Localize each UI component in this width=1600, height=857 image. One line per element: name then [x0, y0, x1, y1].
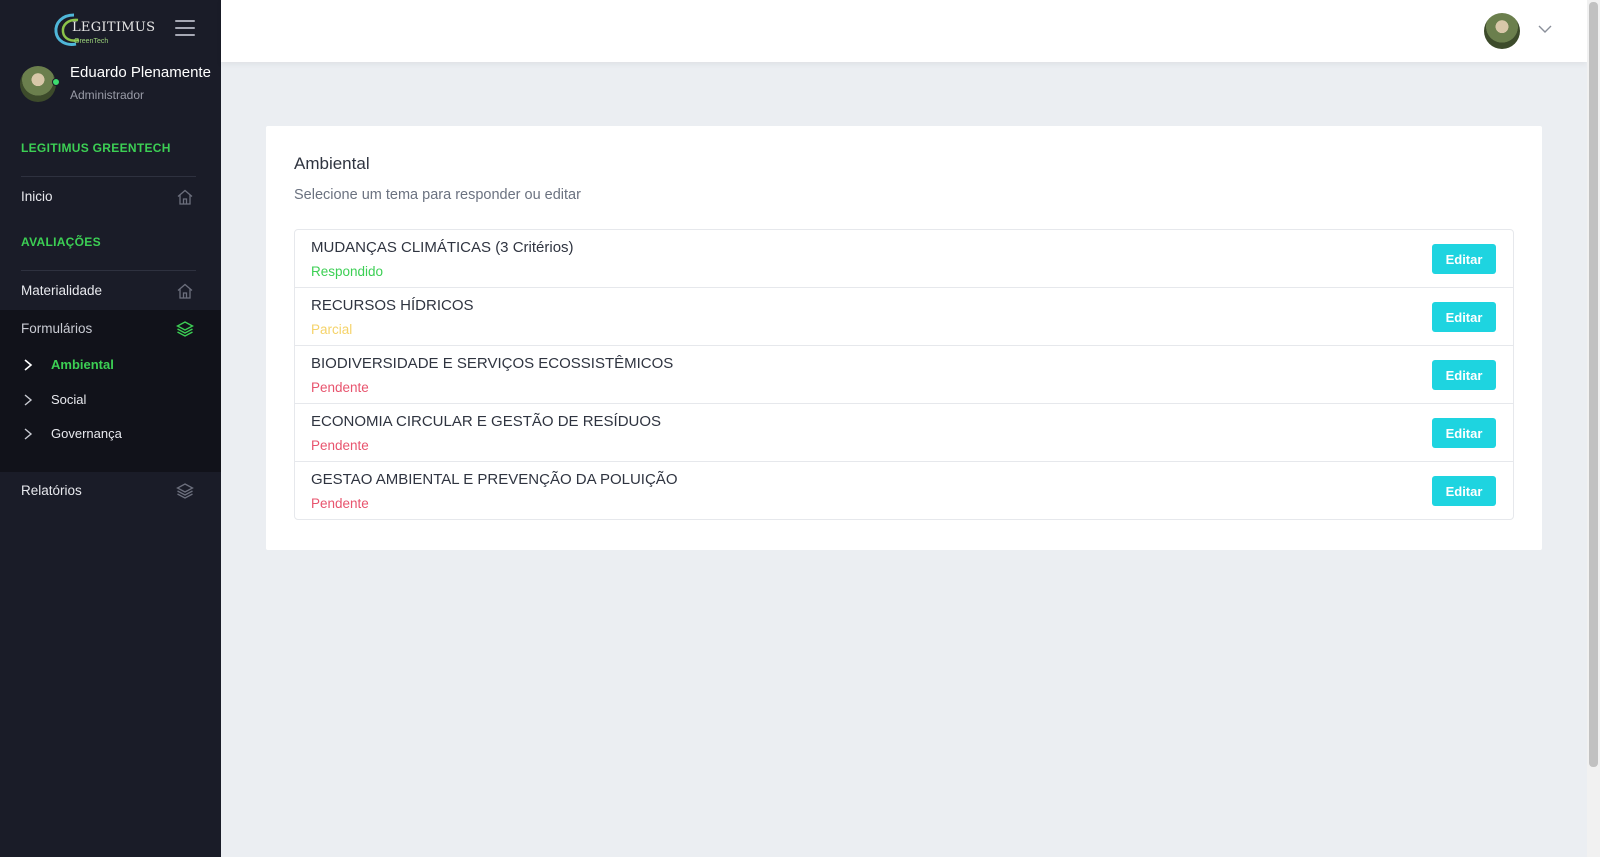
- topics-card: Ambiental Selecione um tema para respond…: [266, 126, 1542, 550]
- status-badge: Pendente: [311, 380, 369, 395]
- status-badge: Respondido: [311, 264, 384, 279]
- page-title: Ambiental: [294, 154, 370, 173]
- logo-row: LEGITIMUS GreenTech: [0, 0, 221, 60]
- chevron-right-icon: [24, 394, 33, 406]
- section-title-avaliacoes: AVALIAÇÕES: [21, 235, 101, 249]
- topic-title: MUDANÇAS CLIMÁTICAS (3 Critérios): [311, 239, 574, 256]
- brand-tagline: GreenTech: [74, 38, 109, 45]
- page-scrollbar[interactable]: [1587, 0, 1600, 857]
- home-icon: [177, 283, 193, 299]
- status-badge: Pendente: [311, 438, 369, 453]
- sub-item-label: Social: [51, 392, 87, 407]
- nav-item-inicio[interactable]: Inicio: [0, 178, 221, 216]
- list-item: RECURSOS HÍDRICOS Parcial Editar: [295, 288, 1513, 346]
- topics-list: MUDANÇAS CLIMÁTICAS (3 Critérios) Respon…: [294, 229, 1514, 520]
- nav-item-label: Formulários: [21, 321, 93, 336]
- sub-item-label: Ambiental: [51, 357, 114, 372]
- layers-icon: [176, 483, 194, 499]
- topic-title: GESTAO AMBIENTAL E PREVENÇÃO DA POLUIÇÃO: [311, 471, 678, 488]
- chevron-down-icon[interactable]: [1538, 24, 1552, 34]
- user-name: Eduardo Plenamente: [70, 64, 211, 81]
- layers-icon: [176, 321, 194, 337]
- topic-title: RECURSOS HÍDRICOS: [311, 297, 474, 314]
- sub-item-ambiental[interactable]: Ambiental: [0, 348, 221, 382]
- user-role: Administrador: [70, 88, 145, 102]
- chevron-right-icon: [24, 428, 33, 440]
- online-status-dot: [52, 78, 60, 86]
- brand-name: LEGITIMUS: [72, 20, 156, 35]
- nav-item-label: Inicio: [21, 189, 53, 204]
- edit-button[interactable]: Editar: [1432, 476, 1496, 506]
- brand-logo[interactable]: LEGITIMUS GreenTech: [52, 12, 155, 50]
- chevron-right-icon: [24, 359, 33, 371]
- status-badge: Pendente: [311, 496, 369, 511]
- nav-item-formularios[interactable]: Formulários: [0, 310, 221, 348]
- topbar: [221, 0, 1587, 62]
- topic-title: BIODIVERSIDADE E SERVIÇOS ECOSSISTÊMICOS: [311, 355, 674, 372]
- user-avatar-menu[interactable]: [1484, 13, 1520, 49]
- sub-item-label: Governança: [51, 426, 122, 441]
- sub-item-governanca[interactable]: Governança: [0, 417, 221, 451]
- list-item: MUDANÇAS CLIMÁTICAS (3 Critérios) Respon…: [295, 230, 1513, 288]
- sub-item-social[interactable]: Social: [0, 383, 221, 417]
- page-subtitle: Selecione um tema para responder ou edit…: [294, 187, 581, 203]
- home-icon: [177, 189, 193, 205]
- formularios-panel: Formulários Ambiental Social Governança: [0, 310, 221, 472]
- edit-button[interactable]: Editar: [1432, 418, 1496, 448]
- divider: [21, 270, 196, 271]
- nav-item-label: Relatórios: [21, 483, 82, 498]
- list-item: ECONOMIA CIRCULAR E GESTÃO DE RESÍDUOS P…: [295, 404, 1513, 462]
- hamburger-icon[interactable]: [175, 20, 195, 36]
- nav-item-relatorios[interactable]: Relatórios: [0, 472, 221, 510]
- list-item: BIODIVERSIDADE E SERVIÇOS ECOSSISTÊMICOS…: [295, 346, 1513, 404]
- edit-button[interactable]: Editar: [1432, 302, 1496, 332]
- list-item: GESTAO AMBIENTAL E PREVENÇÃO DA POLUIÇÃO…: [295, 462, 1513, 520]
- user-profile: Eduardo Plenamente Administrador: [20, 64, 220, 108]
- scrollbar-thumb[interactable]: [1589, 2, 1598, 767]
- avatar: [20, 66, 56, 102]
- status-badge: Parcial: [311, 322, 353, 337]
- topic-title: ECONOMIA CIRCULAR E GESTÃO DE RESÍDUOS: [311, 413, 662, 430]
- sidebar: LEGITIMUS GreenTech Eduardo Plenamente A…: [0, 0, 221, 857]
- divider: [21, 176, 196, 177]
- section-title-legitimus: LEGITIMUS GREENTECH: [21, 141, 171, 155]
- nav-item-materialidade[interactable]: Materialidade: [0, 272, 221, 310]
- edit-button[interactable]: Editar: [1432, 244, 1496, 274]
- nav-item-label: Materialidade: [21, 283, 103, 298]
- edit-button[interactable]: Editar: [1432, 360, 1496, 390]
